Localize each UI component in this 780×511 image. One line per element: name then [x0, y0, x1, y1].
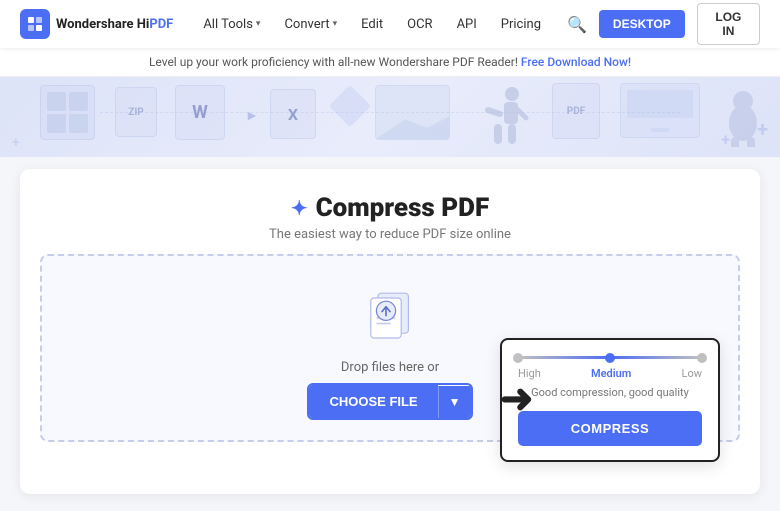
logo-text: Wondershare HiPDF: [56, 17, 173, 32]
label-medium: Medium: [591, 367, 631, 380]
upload-icon: [358, 280, 422, 348]
slider-labels: High Medium Low: [518, 367, 702, 380]
page-title-area: ✦ Compress PDF The easiest way to reduce…: [40, 193, 740, 242]
page-title: ✦ Compress PDF: [40, 193, 740, 223]
choose-file-button[interactable]: CHOOSE FILE: [309, 385, 437, 418]
desktop-button[interactable]: DESKTOP: [599, 10, 685, 38]
nav-convert[interactable]: Convert ▾: [274, 0, 347, 48]
choose-file-dropdown-button[interactable]: ▼: [438, 386, 471, 418]
nav-ocr[interactable]: OCR: [397, 0, 442, 48]
page-subtitle: The easiest way to reduce PDF size onlin…: [40, 227, 740, 242]
compress-icon: ✦: [291, 196, 308, 220]
arrow-indicator: ➜: [500, 375, 534, 422]
compression-slider-track[interactable]: [518, 356, 702, 359]
nav-edit[interactable]: Edit: [351, 0, 393, 48]
slider-dot-medium: [605, 353, 615, 363]
label-low: Low: [682, 367, 702, 380]
chevron-down-icon: ▾: [333, 19, 338, 29]
nav-all-tools[interactable]: All Tools ▾: [193, 0, 270, 48]
login-button[interactable]: LOG IN: [697, 3, 760, 45]
nav-pricing[interactable]: Pricing: [491, 0, 551, 48]
slider-dot-high: [513, 353, 523, 363]
logo[interactable]: Wondershare HiPDF: [20, 9, 173, 39]
slider-dot-low: [697, 353, 707, 363]
promo-bar: Level up your work proficiency with all-…: [0, 48, 780, 77]
choose-file-control: CHOOSE FILE ▼: [307, 383, 472, 420]
quality-description: Good compression, good quality: [518, 386, 702, 399]
hero-banner: ZIP W ► X PDF: [0, 77, 780, 157]
logo-icon: [20, 9, 50, 39]
promo-download-link[interactable]: Free Download Now!: [521, 55, 631, 69]
chevron-down-icon: ▾: [256, 19, 261, 29]
drop-text: Drop files here or: [341, 360, 439, 375]
search-icon[interactable]: 🔍: [559, 15, 595, 34]
nav-api[interactable]: API: [447, 0, 487, 48]
navbar: Wondershare HiPDF All Tools ▾ Convert ▾ …: [0, 0, 780, 48]
main-content-card: ✦ Compress PDF The easiest way to reduce…: [20, 169, 760, 494]
bottom-section: Drop files here or CHOOSE FILE ▼ ➜ High …: [40, 254, 740, 474]
compress-button[interactable]: COMPRESS: [518, 411, 702, 446]
